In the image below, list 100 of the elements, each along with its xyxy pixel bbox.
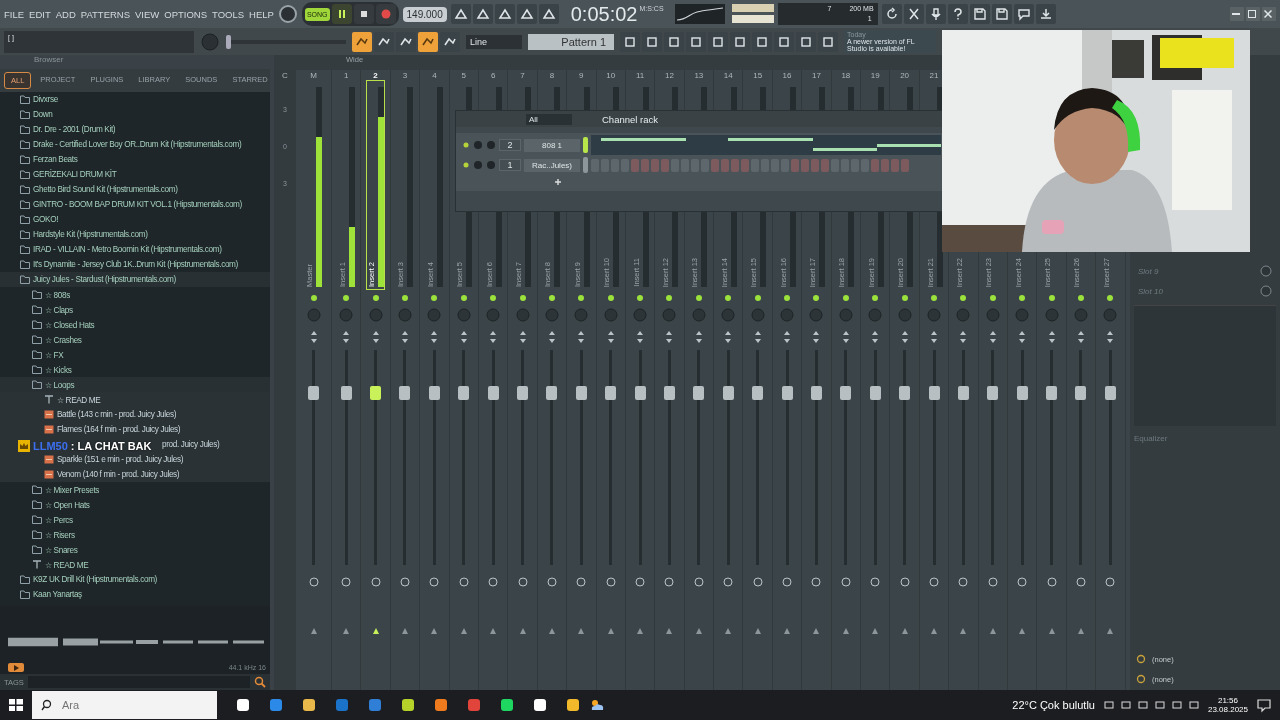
app-icon[interactable] [532,697,548,713]
record-button[interactable] [375,4,396,24]
enable-led[interactable] [371,294,380,302]
folder-item[interactable]: GOKO! [33,215,59,224]
toolbar-button[interactable] [472,4,493,24]
toolbar-button[interactable] [686,31,706,52]
route-arrow-icon[interactable] [636,627,645,635]
route-arrow-icon[interactable] [547,627,556,635]
folder-item[interactable]: ☆ Closed Hats [45,319,95,330]
knob-icon[interactable] [1260,265,1272,277]
toolbar-button[interactable] [708,31,728,52]
folder-item[interactable]: Ferzan Beats [33,155,78,164]
route-arrow-icon[interactable] [665,627,674,635]
app-icon[interactable] [301,697,317,713]
channel-led[interactable] [462,161,470,169]
tray-icon[interactable] [1136,699,1149,711]
tray-icon[interactable] [1187,699,1200,711]
route-arrow-icon[interactable] [489,627,498,635]
mixer-track-number[interactable]: 1 [499,159,521,171]
knob-icon[interactable] [308,577,319,587]
knob-icon[interactable] [1105,577,1116,587]
notification-icon[interactable] [1256,697,1272,713]
folder-item[interactable]: ☆ 808s [45,289,70,300]
toolbar-button[interactable] [418,31,438,52]
enable-led[interactable] [812,294,821,302]
menu-item[interactable]: EDIT [29,8,51,20]
enable-led[interactable] [930,294,938,302]
toolbar-button[interactable] [450,4,471,24]
knob-icon[interactable] [635,577,646,587]
toolbar-button[interactable] [1013,4,1034,24]
toolbar-button[interactable] [818,31,838,52]
route-arrow-icon[interactable] [1106,627,1115,635]
knob-icon[interactable] [1017,577,1028,587]
route-arrow-icon[interactable] [988,627,997,635]
knob-icon[interactable] [458,577,469,587]
route-arrow-icon[interactable] [930,627,938,635]
readme-item[interactable]: ☆ READ ME [45,559,89,570]
route-arrow-icon[interactable] [841,627,850,635]
folder-item[interactable]: IRAD - VILLAIN - Metro Boomin Kit (Hipstrumentals.com) [33,245,222,254]
folder-item[interactable]: Kaan Yanartaş [33,590,82,599]
play-button[interactable] [331,4,352,24]
tray-icon[interactable] [1102,699,1115,711]
route-arrow-icon[interactable] [812,627,821,635]
knob-icon[interactable] [693,577,704,587]
minimize-button[interactable] [1230,7,1244,21]
route-arrow-icon[interactable] [1018,627,1027,635]
knob-icon[interactable] [1046,577,1057,587]
knob-icon[interactable] [341,577,352,587]
app-icon[interactable] [499,697,515,713]
knob-icon[interactable] [546,577,557,587]
toolbar-button[interactable] [774,31,794,52]
channel-button[interactable]: Rac..Jules) [524,158,580,172]
enable-led[interactable] [309,294,318,302]
preview-button[interactable] [8,663,24,672]
route-arrow-icon[interactable] [694,627,703,635]
knob-icon[interactable] [370,577,381,587]
enable-led[interactable] [547,294,556,302]
enable-led[interactable] [724,294,733,302]
knob-icon[interactable] [840,577,851,587]
enable-led[interactable] [489,294,498,302]
enable-led[interactable] [577,294,586,302]
enable-led[interactable] [459,294,468,302]
channel-filter-dropdown[interactable]: All [526,113,572,125]
menu-item[interactable]: VIEW [135,8,160,20]
folder-item[interactable]: ☆ Risers [45,529,75,540]
enable-led[interactable] [1106,294,1115,302]
folder-item[interactable]: ☆ Open Hats [45,499,90,510]
route-arrow-icon[interactable] [900,627,909,635]
knob-icon[interactable] [752,577,763,587]
menu-item[interactable]: PATTERNS [80,8,131,20]
folder-item[interactable]: GERİZEKALI DRUM KİT [33,170,117,179]
slider-thumb[interactable] [226,34,231,49]
folder-item[interactable]: ☆ FX [45,349,64,360]
channel-led[interactable] [462,141,470,149]
knob-icon[interactable] [488,577,499,587]
enable-led[interactable] [753,294,762,302]
app-icon[interactable] [235,697,251,713]
knob-icon[interactable] [929,577,939,587]
enable-led[interactable] [636,294,645,302]
folder-item[interactable]: ☆ Loops [45,379,75,390]
toolbar-button[interactable] [352,31,372,52]
sample-item[interactable]: prod. Juicy Jules) [162,440,220,449]
close-button[interactable] [1262,7,1276,21]
folder-item[interactable]: ☆ Crashes [45,334,82,345]
app-icon[interactable] [565,697,581,713]
knob-icon[interactable] [811,577,822,587]
restore-button[interactable] [1246,7,1260,21]
enable-led[interactable] [606,294,615,302]
knob-icon[interactable] [723,577,734,587]
enable-led[interactable] [342,294,351,302]
enable-led[interactable] [430,294,439,302]
tray-icon[interactable] [1153,699,1166,711]
folder-item[interactable]: ☆ Claps [45,304,73,315]
enable-led[interactable] [783,294,792,302]
toolbar-button[interactable] [730,31,750,52]
folder-item[interactable]: It's Dynamite - Jersey Club 1K..Drum Kit (Hipstrumentals.com) [33,260,238,269]
enable-led[interactable] [400,294,409,302]
route-arrow-icon[interactable] [459,627,468,635]
snap-dropdown[interactable]: Line [466,34,522,49]
knob-icon[interactable] [987,577,998,587]
